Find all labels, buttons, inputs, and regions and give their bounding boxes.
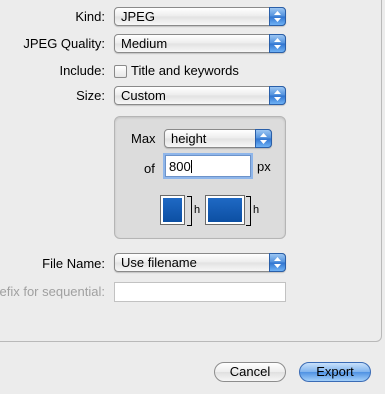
jpeg-quality-label: JPEG Quality:	[23, 36, 105, 51]
jpeg-quality-popup[interactable]: Medium	[114, 34, 286, 53]
height-bracket-icon	[187, 196, 192, 226]
text-cursor	[190, 160, 192, 173]
sequential-prefix-label: Prefix for sequential:	[0, 284, 105, 299]
kind-label: Kind:	[75, 9, 105, 24]
kind-popup[interactable]: JPEG	[114, 7, 286, 26]
export-button[interactable]: Export	[299, 362, 371, 382]
popup-arrows-icon	[269, 34, 286, 53]
include-label: Include:	[59, 63, 105, 78]
pixel-size-input[interactable]: 800	[165, 155, 251, 177]
preview-swatch	[163, 198, 182, 222]
sequential-prefix-input[interactable]	[114, 282, 286, 302]
file-name-label: File Name:	[42, 256, 105, 271]
size-popup[interactable]: Custom	[114, 86, 286, 105]
portrait-size-preview	[160, 195, 185, 225]
popup-arrows-icon	[269, 86, 286, 105]
px-unit-label: px	[257, 159, 271, 174]
title-keywords-checkbox[interactable]	[114, 65, 127, 78]
height-label-2: h	[253, 204, 260, 216]
popup-arrows-icon	[255, 129, 272, 148]
file-name-popup[interactable]: Use filename	[114, 253, 286, 272]
file-name-value: Use filename	[121, 255, 197, 270]
dimension-value: height	[171, 131, 207, 146]
title-keywords-label[interactable]: Title and keywords	[131, 63, 239, 78]
height-bracket-icon	[246, 196, 251, 226]
of-label: of	[144, 161, 155, 176]
popup-arrows-icon	[269, 253, 286, 272]
pixel-size-value: 800	[169, 159, 191, 174]
cancel-button[interactable]: Cancel	[214, 362, 286, 382]
size-value: Custom	[121, 88, 166, 103]
size-label: Size:	[76, 88, 105, 103]
preview-swatch	[208, 198, 242, 222]
max-label: Max	[131, 131, 156, 146]
dimension-popup[interactable]: height	[164, 129, 272, 148]
landscape-size-preview	[205, 195, 245, 225]
kind-value: JPEG	[121, 9, 155, 24]
popup-arrows-icon	[269, 7, 286, 26]
jpeg-quality-value: Medium	[121, 36, 168, 51]
height-label-1: h	[194, 204, 201, 216]
